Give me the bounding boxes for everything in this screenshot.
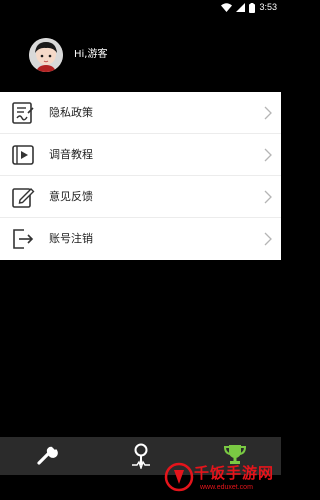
edit-pencil-icon xyxy=(12,188,35,208)
wifi-icon xyxy=(221,3,233,12)
signal-icon xyxy=(236,3,246,12)
chevron-right-icon xyxy=(264,232,272,246)
settings-menu: 隐私政策 调音教程 意见反馈 账号注销 xyxy=(0,92,281,260)
profile-header: Hi,游客 xyxy=(0,15,281,92)
chevron-right-icon xyxy=(264,148,272,162)
user-avatar-icon xyxy=(29,38,63,72)
menu-item-feedback[interactable]: 意见反馈 xyxy=(0,176,281,218)
menu-item-label: 账号注销 xyxy=(49,232,93,245)
watermark: 千饭手游网 www.eduxet.com xyxy=(160,462,281,500)
menu-item-label: 意见反馈 xyxy=(49,190,93,203)
watermark-url: www.eduxet.com xyxy=(200,484,253,491)
site-logo-icon xyxy=(164,462,194,492)
status-time: 3:53 xyxy=(259,2,277,12)
document-sign-icon xyxy=(12,102,34,124)
chevron-right-icon xyxy=(264,190,272,204)
tab-tools[interactable] xyxy=(0,437,94,475)
wrench-icon xyxy=(37,444,58,465)
avatar[interactable] xyxy=(29,38,63,72)
battery-icon xyxy=(249,2,256,13)
watermark-title: 千饭手游网 xyxy=(194,464,275,482)
chevron-right-icon xyxy=(264,106,272,120)
greeting-text: Hi,游客 xyxy=(74,49,108,60)
logout-icon xyxy=(13,229,34,249)
menu-item-label: 隐私政策 xyxy=(49,106,93,119)
menu-item-label: 调音教程 xyxy=(49,148,93,161)
status-icons: 3:53 xyxy=(221,1,277,14)
menu-item-account-deletion[interactable]: 账号注销 xyxy=(0,218,281,260)
status-bar: 3:53 xyxy=(0,0,281,15)
tuner-pin-icon xyxy=(132,443,150,469)
video-play-icon xyxy=(12,145,34,165)
menu-item-tuning-tutorial[interactable]: 调音教程 xyxy=(0,134,281,176)
menu-item-privacy-policy[interactable]: 隐私政策 xyxy=(0,92,281,134)
